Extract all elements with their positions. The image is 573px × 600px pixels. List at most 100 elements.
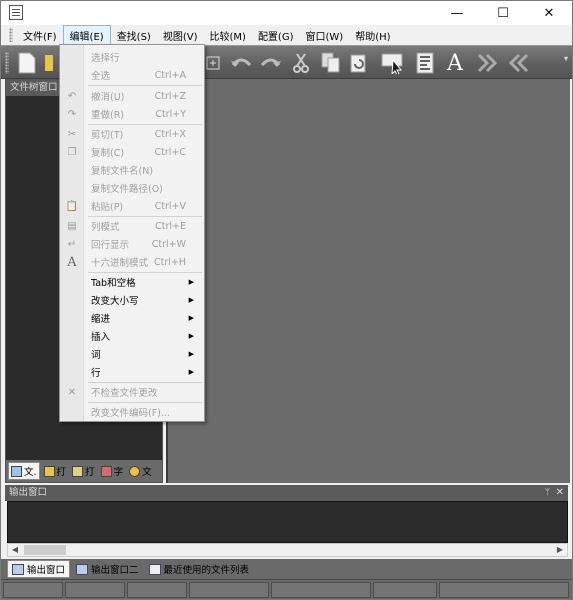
menu-view[interactable]: 视图(V) xyxy=(157,25,204,45)
tab-open-files[interactable]: 打 xyxy=(42,462,69,480)
menu-item-shortcut: Ctrl+Z xyxy=(154,90,186,102)
submenu-arrow-icon: ▶ xyxy=(188,296,194,304)
maximize-icon: ☐ xyxy=(497,5,509,21)
output-horizontal-scrollbar[interactable]: ◀ ▶ xyxy=(7,543,568,557)
tab-recent-files[interactable]: 最近使用的文件列表 xyxy=(145,560,254,578)
menu-item-label: 不检查文件更改 xyxy=(91,388,158,399)
minimize-button[interactable]: — xyxy=(434,1,480,25)
menu-item-shortcut: Ctrl+H xyxy=(153,256,186,268)
redo-icon[interactable] xyxy=(259,51,283,75)
menu-item-label: 回行显示 xyxy=(91,240,130,251)
menu-search[interactable]: 查找(S) xyxy=(111,25,157,45)
font-icon[interactable]: A xyxy=(443,51,467,76)
indent-left-icon[interactable] xyxy=(505,51,529,75)
column-mode-icon[interactable] xyxy=(381,51,405,75)
status-cell xyxy=(439,582,569,598)
menu-item-select-line[interactable]: 选择行 xyxy=(60,48,204,66)
menu-item-shortcut: Ctrl+Y xyxy=(155,108,186,120)
status-bar xyxy=(1,579,572,599)
pin-icon[interactable]: ᛘ xyxy=(545,485,550,501)
cut-icon[interactable] xyxy=(289,51,313,75)
submenu-arrow-icon: ▶ xyxy=(188,368,194,376)
tab-output-window-2[interactable]: 输出窗口二 xyxy=(72,560,143,578)
toolbar-overflow-icon[interactable]: ▾ xyxy=(564,54,568,63)
menu-item-label: 插入 xyxy=(91,332,111,343)
status-cell xyxy=(271,582,371,598)
output-tab-icon xyxy=(12,563,24,575)
menu-item-shortcut: Ctrl+W xyxy=(151,238,186,250)
tab-print[interactable]: 打 xyxy=(70,462,97,480)
menu-item-label: 改变文件编码(F)... xyxy=(91,408,170,419)
menu-item-label: 复制文件名(N) xyxy=(91,166,154,177)
menu-item-change-encoding[interactable]: 改变文件编码(F)... xyxy=(60,403,204,421)
scroll-right-icon[interactable]: ▶ xyxy=(553,544,567,556)
menu-item-label: 缩进 xyxy=(91,314,111,325)
new-file-icon[interactable] xyxy=(15,51,39,75)
menu-item-change-case[interactable]: 改变大小写 ▶ xyxy=(60,291,204,309)
menu-item-insert[interactable]: 插入 ▶ xyxy=(60,327,204,345)
menu-item-cut[interactable]: ✂ 剪切(T) Ctrl+X xyxy=(60,125,204,143)
close-icon: ✕ xyxy=(543,5,555,21)
menubar-grip-icon[interactable] xyxy=(9,28,13,42)
menu-config[interactable]: 配置(G) xyxy=(252,25,300,45)
menu-item-select-all[interactable]: 全选 Ctrl+A xyxy=(60,66,204,84)
menu-item-copy[interactable]: ❐ 复制(C) Ctrl+C xyxy=(60,143,204,161)
cut-icon: ✂ xyxy=(67,128,77,140)
menu-item-copy-filename[interactable]: 复制文件名(N) xyxy=(60,161,204,179)
status-cell xyxy=(3,582,63,598)
menu-item-label: 粘贴(P) xyxy=(91,202,124,213)
undo-icon[interactable] xyxy=(229,51,253,75)
submenu-arrow-icon: ▶ xyxy=(188,314,194,322)
indent-right-icon[interactable] xyxy=(477,51,501,75)
status-cell xyxy=(373,582,437,598)
recent-files-icon xyxy=(148,563,161,575)
menu-window[interactable]: 窗口(W) xyxy=(300,25,350,45)
paste-icon[interactable] xyxy=(347,51,371,75)
menu-compare[interactable]: 比较(M) xyxy=(204,25,252,45)
close-button[interactable]: ✕ xyxy=(526,1,572,25)
tab-label: 打 xyxy=(56,467,67,478)
submenu-arrow-icon: ▶ xyxy=(188,278,194,286)
scroll-left-icon[interactable]: ◀ xyxy=(8,544,22,556)
output-tab-icon xyxy=(76,563,89,575)
tab-output-window[interactable]: 输出窗口 xyxy=(7,560,71,578)
menu-item-hex-mode[interactable]: A 十六进制模式 Ctrl+H xyxy=(60,253,204,271)
menu-help[interactable]: 帮助(H) xyxy=(349,25,396,45)
scroll-thumb[interactable] xyxy=(24,545,66,555)
word-wrap-icon[interactable] xyxy=(413,51,437,75)
maximize-button[interactable]: ☐ xyxy=(480,1,526,25)
menu-file[interactable]: 文件(F) xyxy=(17,25,63,45)
status-cell xyxy=(65,582,125,598)
menu-item-indent[interactable]: 缩进 ▶ xyxy=(60,309,204,327)
paste-icon: 📋 xyxy=(65,200,79,212)
menu-item-column-mode[interactable]: ▤ 列模式 Ctrl+E xyxy=(60,217,204,235)
menu-item-redo[interactable]: ↷ 重做(R) Ctrl+Y xyxy=(60,105,204,123)
toolbar-grip-icon[interactable] xyxy=(5,52,9,74)
menu-item-line[interactable]: 行 ▶ xyxy=(60,363,204,381)
tab-font[interactable]: 字 xyxy=(99,462,126,480)
menu-item-word-wrap[interactable]: ↵ 回行显示 Ctrl+W xyxy=(60,235,204,253)
tab-file-tree[interactable]: 文. xyxy=(8,462,40,480)
output-close-icon[interactable]: ✕ xyxy=(556,485,564,501)
menu-item-label: 列模式 xyxy=(91,222,120,233)
open-folder-icon[interactable] xyxy=(43,51,55,75)
menu-item-tab-space[interactable]: Tab和空格 ▶ xyxy=(60,273,204,291)
submenu-arrow-icon: ▶ xyxy=(188,350,194,358)
tab-label: 输出窗口二 xyxy=(91,565,139,576)
tab-favorites[interactable]: 文 xyxy=(127,462,154,480)
menu-item-undo[interactable]: ↶ 撤消(U) Ctrl+Z xyxy=(60,87,204,105)
menu-item-ignore-file-change[interactable]: ✕ 不检查文件更改 xyxy=(60,383,204,401)
menu-item-label: 重做(R) xyxy=(91,110,125,121)
copy-icon[interactable] xyxy=(319,51,343,75)
minimize-icon: — xyxy=(450,5,464,21)
menu-item-shortcut: Ctrl+E xyxy=(155,220,186,232)
menu-item-copy-filepath[interactable]: 复制文件路径(O) xyxy=(60,179,204,197)
menu-bar: 文件(F) 编辑(E) 查找(S) 视图(V) 比较(M) 配置(G) 窗口(W… xyxy=(1,25,572,45)
tab-label: 字 xyxy=(113,467,124,478)
menu-edit[interactable]: 编辑(E) xyxy=(62,25,111,45)
output-panel[interactable] xyxy=(7,501,568,543)
font-icon: A xyxy=(67,254,77,270)
menu-item-word[interactable]: 词 ▶ xyxy=(60,345,204,363)
menu-item-paste[interactable]: 📋 粘贴(P) Ctrl+V xyxy=(60,197,204,215)
editor-area[interactable] xyxy=(166,79,570,483)
